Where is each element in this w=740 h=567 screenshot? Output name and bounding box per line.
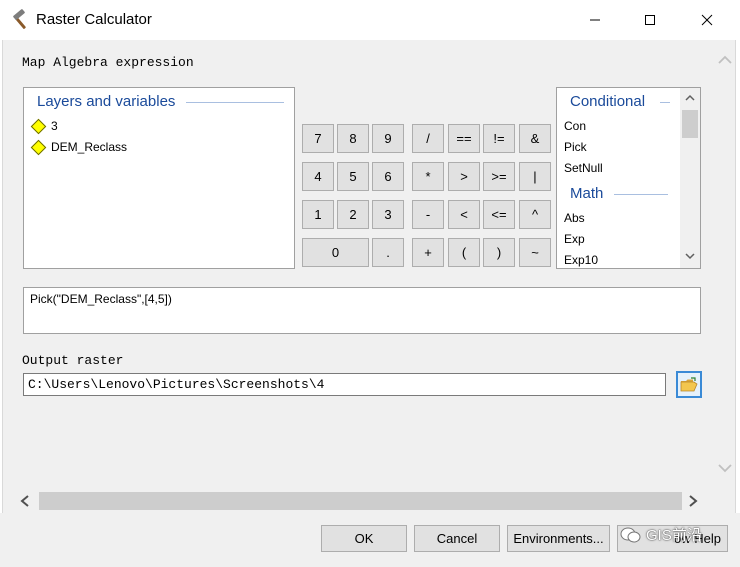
window-title: Raster Calculator — [36, 11, 152, 28]
keypad-button[interactable]: <= — [483, 200, 515, 229]
tool-item[interactable]: Pick — [564, 140, 587, 154]
keypad-button[interactable]: . — [372, 238, 404, 267]
output-raster-input[interactable]: C:\Users\Lenovo\Pictures\Screenshots\4 — [23, 373, 666, 396]
tool-item[interactable]: SetNull — [564, 161, 603, 175]
close-button[interactable] — [684, 0, 730, 40]
tool-item[interactable]: Con — [564, 119, 586, 133]
keypad-button[interactable]: | — [519, 162, 551, 191]
scrollbar-thumb[interactable] — [39, 492, 682, 510]
keypad-button[interactable]: == — [448, 124, 480, 153]
dialog-horizontal-scrollbar[interactable] — [14, 490, 706, 512]
environments-button[interactable]: Environments... — [507, 525, 610, 552]
keypad-button[interactable]: + — [412, 238, 444, 267]
chevron-down-icon[interactable] — [717, 462, 733, 474]
minimize-icon — [590, 19, 600, 21]
hammer-icon — [13, 9, 26, 29]
close-icon — [701, 14, 713, 26]
keypad-button[interactable]: >= — [483, 162, 515, 191]
keypad-button[interactable]: 8 — [337, 124, 369, 153]
layer-item-label: 3 — [51, 119, 58, 133]
tool-item[interactable]: Abs — [564, 211, 585, 225]
keypad-button[interactable]: != — [483, 124, 515, 153]
keypad-button[interactable]: 5 — [337, 162, 369, 191]
layer-item[interactable]: 3 — [30, 117, 58, 135]
tool-item[interactable]: Exp — [564, 232, 585, 246]
keypad-button[interactable]: 4 — [302, 162, 334, 191]
expression-label: Map Algebra expression — [22, 55, 194, 70]
keypad-button[interactable]: - — [412, 200, 444, 229]
raster-layer-icon — [30, 139, 47, 155]
dialog-vertical-scrollbar[interactable] — [714, 48, 736, 478]
maximize-button[interactable] — [627, 0, 673, 40]
tool-item[interactable]: Exp10 — [564, 253, 598, 267]
keypad-button[interactable]: / — [412, 124, 444, 153]
chevron-left-icon[interactable] — [18, 494, 32, 508]
keypad-button[interactable]: ~ — [519, 238, 551, 267]
group-divider — [660, 102, 670, 103]
layers-and-variables-list[interactable]: Layers and variables 3 DEM_Reclass — [23, 87, 295, 269]
keypad-button[interactable]: < — [448, 200, 480, 229]
keypad-button[interactable]: 2 — [337, 200, 369, 229]
chevron-up-icon[interactable] — [717, 54, 733, 66]
layer-item-label: DEM_Reclass — [51, 140, 128, 154]
minimize-button[interactable] — [572, 0, 618, 40]
chevron-right-icon[interactable] — [686, 494, 700, 508]
ok-button[interactable]: OK — [321, 525, 407, 552]
keypad-button[interactable]: ) — [483, 238, 515, 267]
wechat-icon — [620, 527, 641, 542]
keypad-button[interactable]: ^ — [519, 200, 551, 229]
keypad-button[interactable]: * — [412, 162, 444, 191]
layers-header: Layers and variables — [37, 93, 176, 110]
keypad-button[interactable]: > — [448, 162, 480, 191]
math-group-header: Math — [570, 185, 604, 202]
keypad-button[interactable]: 7 — [302, 124, 334, 153]
watermark: GIS前沿 — [620, 524, 702, 545]
keypad-button[interactable]: 0 — [302, 238, 369, 267]
tools-list[interactable]: Conditional Con Pick SetNull Math Abs Ex… — [556, 87, 701, 269]
keypad-button[interactable]: 6 — [372, 162, 404, 191]
conditional-group-header: Conditional — [570, 93, 646, 110]
scrollbar-thumb[interactable] — [682, 110, 698, 138]
cancel-button[interactable]: Cancel — [414, 525, 500, 552]
raster-layer-icon — [30, 118, 47, 134]
browse-button[interactable] — [676, 371, 702, 398]
title-bar: Raster Calculator — [0, 0, 740, 40]
keypad-button[interactable]: 3 — [372, 200, 404, 229]
open-folder-icon — [680, 376, 698, 391]
keypad-button[interactable]: 1 — [302, 200, 334, 229]
keypad-button[interactable]: & — [519, 124, 551, 153]
expression-textbox[interactable]: Pick("DEM_Reclass",[4,5]) — [23, 287, 701, 334]
group-divider — [614, 194, 668, 195]
keypad-button[interactable]: ( — [448, 238, 480, 267]
output-raster-label: Output raster — [22, 353, 124, 368]
chevron-up-icon[interactable] — [684, 92, 696, 104]
chevron-down-icon[interactable] — [684, 250, 696, 262]
tools-scrollbar[interactable] — [680, 88, 700, 268]
layers-header-divider — [186, 102, 284, 103]
maximize-icon — [645, 15, 655, 25]
layer-item[interactable]: DEM_Reclass — [30, 138, 127, 156]
keypad-button[interactable]: 9 — [372, 124, 404, 153]
watermark-text: GIS前沿 — [646, 527, 702, 544]
